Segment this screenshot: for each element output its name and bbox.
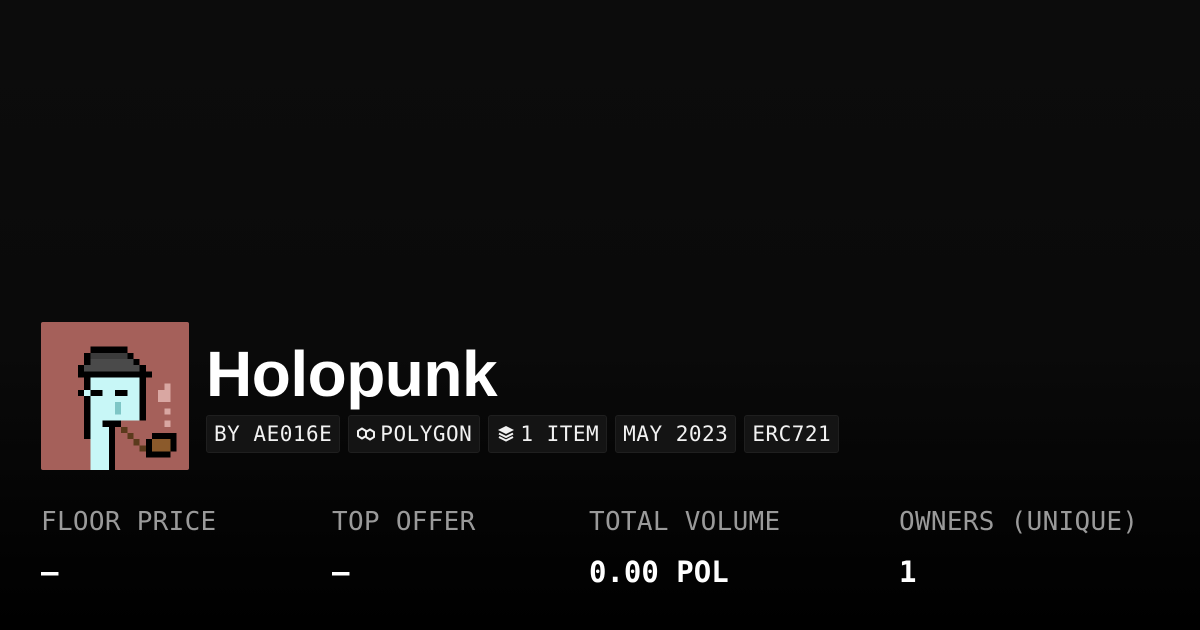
token-standard-chip: ERC721 [744, 415, 840, 453]
creator-chip[interactable]: BY AE016E [206, 415, 341, 453]
stat-floor-price: FLOOR PRICE – [41, 505, 217, 590]
chain-chip[interactable]: POLYGON [348, 415, 481, 453]
pixel-punk-avatar-icon [41, 322, 189, 470]
created-date-chip: MAY 2023 [615, 415, 737, 453]
stat-total-volume: TOTAL VOLUME 0.00 POL [589, 505, 780, 590]
stat-total-volume-value: 0.00 POL [589, 555, 729, 589]
stat-owners-value: 1 [899, 555, 917, 589]
collection-meta-chips: BY AE016E POLYGON 1 ITEM MAY 2023 ERC721 [206, 415, 840, 453]
stat-top-offer-label: TOP OFFER [332, 507, 476, 537]
collection-title: Holopunk [206, 338, 498, 410]
stat-top-offer-value: – [332, 555, 350, 589]
stat-floor-price-label: FLOOR PRICE [41, 507, 217, 537]
item-count-chip-label: 1 ITEM [520, 422, 600, 446]
collection-avatar [41, 322, 189, 470]
polygon-chain-icon [356, 425, 376, 443]
creator-chip-label: BY AE016E [214, 422, 333, 446]
stat-top-offer: TOP OFFER – [332, 505, 476, 590]
token-standard-chip-label: ERC721 [752, 422, 832, 446]
created-date-chip-label: MAY 2023 [623, 422, 729, 446]
stat-floor-price-value: – [41, 555, 59, 589]
stat-owners: OWNERS (UNIQUE) 1 [899, 505, 1138, 590]
chain-chip-label: POLYGON [380, 422, 473, 446]
layers-icon [496, 425, 516, 443]
stat-total-volume-label: TOTAL VOLUME [589, 507, 781, 537]
stat-owners-label: OWNERS (UNIQUE) [899, 507, 1139, 537]
item-count-chip[interactable]: 1 ITEM [488, 415, 608, 453]
